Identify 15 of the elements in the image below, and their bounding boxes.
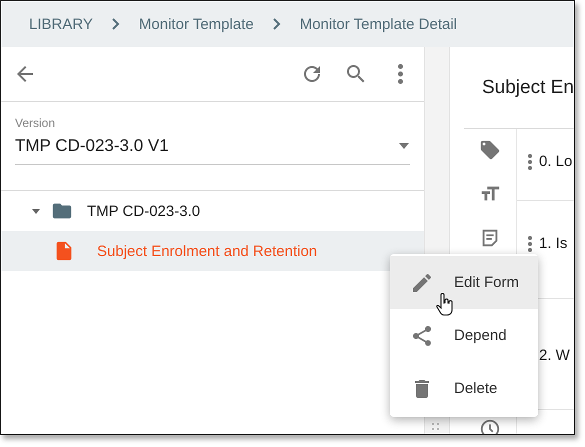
tree-label: TMP CD-023-3.0 bbox=[87, 202, 200, 220]
breadcrumb-link[interactable]: Monitor Template bbox=[138, 16, 254, 32]
question-label: 1. Is bbox=[539, 235, 568, 252]
menu-item[interactable]: Edit Form bbox=[390, 256, 538, 309]
menu-item[interactable]: Depend bbox=[390, 309, 538, 362]
tree-item[interactable]: TMP CD-023-3.0 bbox=[1, 191, 424, 231]
form-title: Subject En bbox=[464, 47, 574, 129]
version-dropdown[interactable]: TMP CD-023-3.0 V1 bbox=[15, 130, 410, 165]
breadcrumb-link[interactable]: Monitor Template Detail bbox=[300, 16, 457, 32]
menu-item[interactable]: Delete bbox=[390, 362, 538, 415]
tree-label: Subject Enrolment and Retention bbox=[97, 242, 318, 260]
question-label: 2. W bbox=[539, 347, 570, 364]
question-label: 0. Lo bbox=[539, 153, 572, 170]
version-label: Version bbox=[15, 116, 56, 130]
breadcrumb-link[interactable]: LIBRARY bbox=[29, 16, 93, 32]
